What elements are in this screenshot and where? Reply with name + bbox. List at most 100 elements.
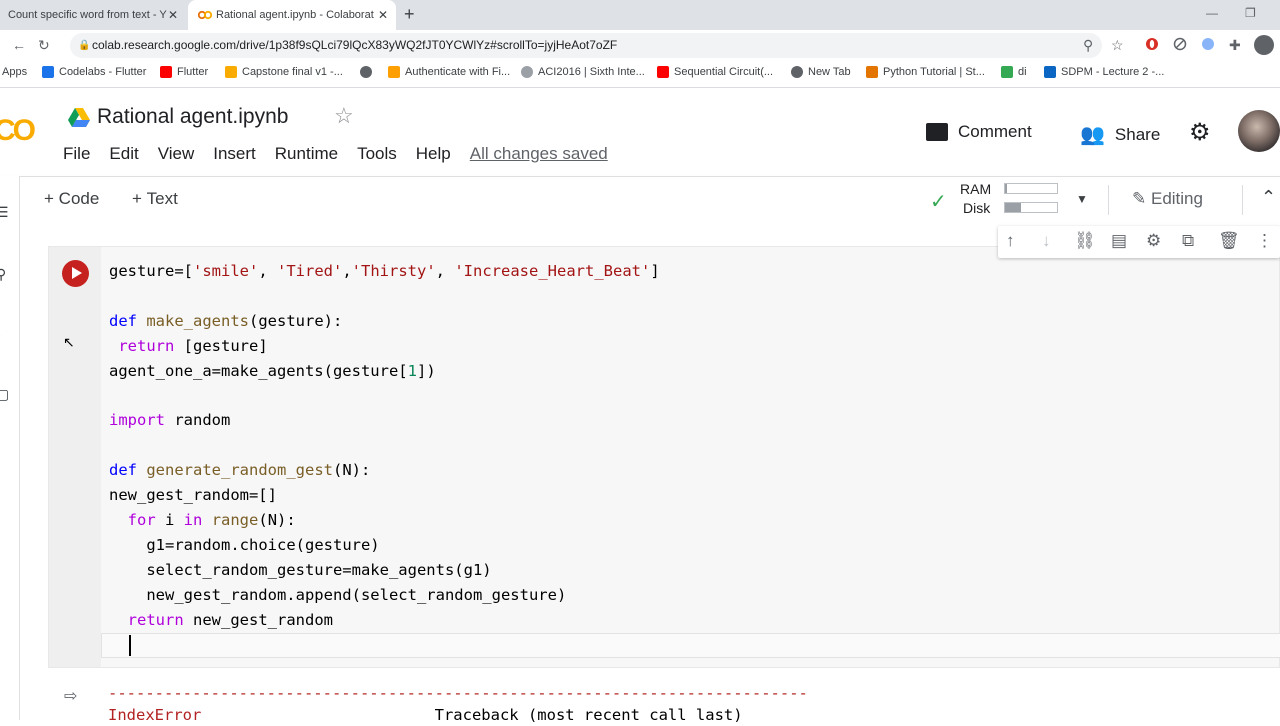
menu-edit[interactable]: Edit (109, 144, 138, 164)
resources-indicator[interactable]: ✓ RAM Disk ▼ (930, 181, 1100, 219)
move-down-icon[interactable]: ↓ (1042, 231, 1051, 251)
zoom-icon[interactable]: ⚲ (1083, 37, 1093, 54)
cell-output: ⇨ --------------------------------------… (48, 672, 1280, 724)
code-snippets-icon[interactable]: › (0, 326, 1, 342)
save-status[interactable]: All changes saved (470, 144, 608, 164)
menu-view[interactable]: View (158, 144, 195, 164)
avatar[interactable] (1238, 110, 1280, 152)
run-cell-button[interactable] (62, 260, 89, 287)
people-icon: 👥 (1080, 124, 1105, 146)
close-tab-icon[interactable]: ✕ (378, 8, 388, 22)
search-icon[interactable]: ⚲ (0, 266, 6, 283)
bookmark-authenticate[interactable]: Authenticate with Fi... (388, 66, 510, 78)
bookmark-flutter[interactable]: Flutter (160, 66, 208, 78)
ram-label: RAM (960, 181, 992, 197)
output-icon[interactable]: ⇨ (64, 686, 77, 706)
code-cell[interactable]: gesture=['smile', 'Tired','Thirsty', 'In… (48, 246, 1280, 668)
code-line[interactable]: for i in range(N): (109, 508, 660, 533)
code-line[interactable]: select_random_gesture=make_agents(g1) (109, 558, 660, 583)
minimize-icon[interactable]: — (1206, 6, 1218, 20)
bookmarks-bar: Apps Codelabs - Flutter Flutter Capstone… (0, 60, 1280, 88)
code-line[interactable]: new_gest_random=[] (109, 483, 660, 508)
comment-button[interactable]: Comment (926, 122, 1032, 142)
menu-help[interactable]: Help (416, 144, 451, 164)
plus-icon: + (132, 189, 142, 208)
notebook-title[interactable]: Rational agent.ipynb (97, 105, 288, 129)
delete-icon[interactable]: 🗑 (1218, 231, 1240, 251)
address-bar[interactable]: 🔒 colab.research.google.com/drive/1p38f9… (70, 33, 1102, 58)
back-icon[interactable]: ← (12, 37, 26, 53)
site-icon (521, 66, 533, 78)
bookmark-newtab[interactable]: New Tab (791, 66, 851, 78)
comment-label: Comment (958, 122, 1032, 141)
colab-logo[interactable]: CO (0, 114, 36, 148)
close-tab-icon[interactable]: ✕ (168, 8, 178, 22)
code-line[interactable]: ​ (109, 433, 660, 458)
bookmark-capstone[interactable]: Capstone final v1 -... (225, 66, 343, 78)
browser-tab-count-word[interactable]: Count specific word from text - Y ✕ (0, 0, 186, 30)
new-tab-icon[interactable]: + (404, 4, 415, 25)
linkedin-icon (1044, 66, 1056, 78)
profile-avatar-icon[interactable] (1254, 35, 1274, 55)
menu-tools[interactable]: Tools (357, 144, 397, 164)
code-line[interactable]: new_gest_random.append(select_random_ges… (109, 583, 660, 608)
bookmark-python[interactable]: Python Tutorial | St... (866, 66, 985, 78)
add-text-button[interactable]: + Text (132, 189, 178, 209)
table-of-contents-icon[interactable]: ☰ (0, 204, 9, 221)
share-button[interactable]: 👥 Share (1080, 122, 1160, 147)
files-icon[interactable]: ▢ (0, 386, 9, 403)
bookmark-aci2016[interactable]: ACI2016 | Sixth Inte... (521, 66, 645, 78)
google-drive-icon[interactable] (68, 108, 90, 128)
url-text: colab.research.google.com/drive/1p38f9sQ… (92, 38, 618, 52)
star-icon[interactable]: ☆ (334, 103, 354, 129)
settings-gear-icon[interactable]: ⚙ (1189, 118, 1211, 147)
code-line[interactable]: g1=random.choice(gesture) (109, 533, 660, 558)
add-code-button[interactable]: + Code (44, 189, 99, 209)
bookmark-sequential[interactable]: Sequential Circuit(... (657, 66, 773, 78)
restore-icon[interactable]: ❐ (1245, 6, 1256, 20)
collapse-header-icon[interactable]: ⌃ (1261, 187, 1276, 208)
code-line[interactable]: def generate_random_gest(N): (109, 458, 660, 483)
opera-extension-icon[interactable] (1145, 37, 1159, 51)
cell-settings-icon[interactable]: ⚙ (1146, 231, 1161, 251)
reload-icon[interactable]: ↻ (38, 37, 50, 54)
code-line[interactable]: def make_agents(gesture): (109, 309, 660, 334)
code-line[interactable]: return [gesture] (109, 334, 660, 359)
code-line[interactable]: agent_one_a=make_agents(gesture[1]) (109, 359, 660, 384)
browser-tab-colab[interactable]: Rational agent.ipynb - Colaborat ✕ (188, 0, 396, 30)
code-line[interactable]: return new_gest_random (109, 608, 660, 633)
code-line[interactable]: ​ (109, 284, 660, 309)
code-line[interactable]: ​ (109, 384, 660, 409)
menu-file[interactable]: File (63, 144, 90, 164)
dropdown-arrow-icon[interactable]: ▼ (1076, 192, 1088, 206)
extensions-puzzle-icon[interactable]: ✚ (1229, 37, 1241, 54)
comment-cell-icon[interactable]: ▤ (1111, 231, 1127, 251)
mirror-cell-icon[interactable]: ⧉ (1182, 231, 1194, 251)
code-line[interactable]: gesture=['smile', 'Tired','Thirsty', 'In… (109, 259, 660, 284)
code-editor[interactable]: gesture=['smile', 'Tired','Thirsty', 'In… (109, 259, 660, 658)
bookmark-globe[interactable] (360, 66, 372, 78)
editing-mode-button[interactable]: ✎ Editing (1132, 189, 1203, 209)
bookmark-star-icon[interactable]: ☆ (1111, 37, 1124, 54)
bookmark-label: ACI2016 | Sixth Inte... (538, 66, 645, 78)
bookmark-di[interactable]: di (1001, 66, 1027, 78)
tab-title: Rational agent.ipynb - Colaborat (216, 9, 374, 21)
share-label: Share (1114, 124, 1161, 144)
bookmark-apps[interactable]: Apps (2, 66, 27, 78)
link-icon[interactable]: ⛓ (1074, 231, 1096, 251)
tab-title: Count specific word from text - Y (8, 9, 167, 21)
move-up-icon[interactable]: ↑ (1006, 231, 1015, 251)
firebase-icon (388, 66, 400, 78)
block-extension-icon[interactable] (1173, 37, 1187, 51)
menu-insert[interactable]: Insert (213, 144, 256, 164)
notebook-main: gesture=['smile', 'Tired','Thirsty', 'In… (20, 222, 1280, 724)
code-line[interactable]: import random (109, 408, 660, 433)
bookmark-sdpm[interactable]: SDPM - Lecture 2 -... (1044, 66, 1164, 78)
globe-icon (360, 66, 372, 78)
bookmark-codelabs[interactable]: Codelabs - Flutter (42, 66, 146, 78)
menu-runtime[interactable]: Runtime (275, 144, 338, 164)
code-line[interactable]: ​ (109, 633, 660, 658)
compass-extension-icon[interactable] (1201, 37, 1215, 51)
more-options-icon[interactable]: ⋮ (1256, 231, 1273, 251)
left-sidebar: ☰ ⚲ › ▢ (0, 176, 20, 720)
